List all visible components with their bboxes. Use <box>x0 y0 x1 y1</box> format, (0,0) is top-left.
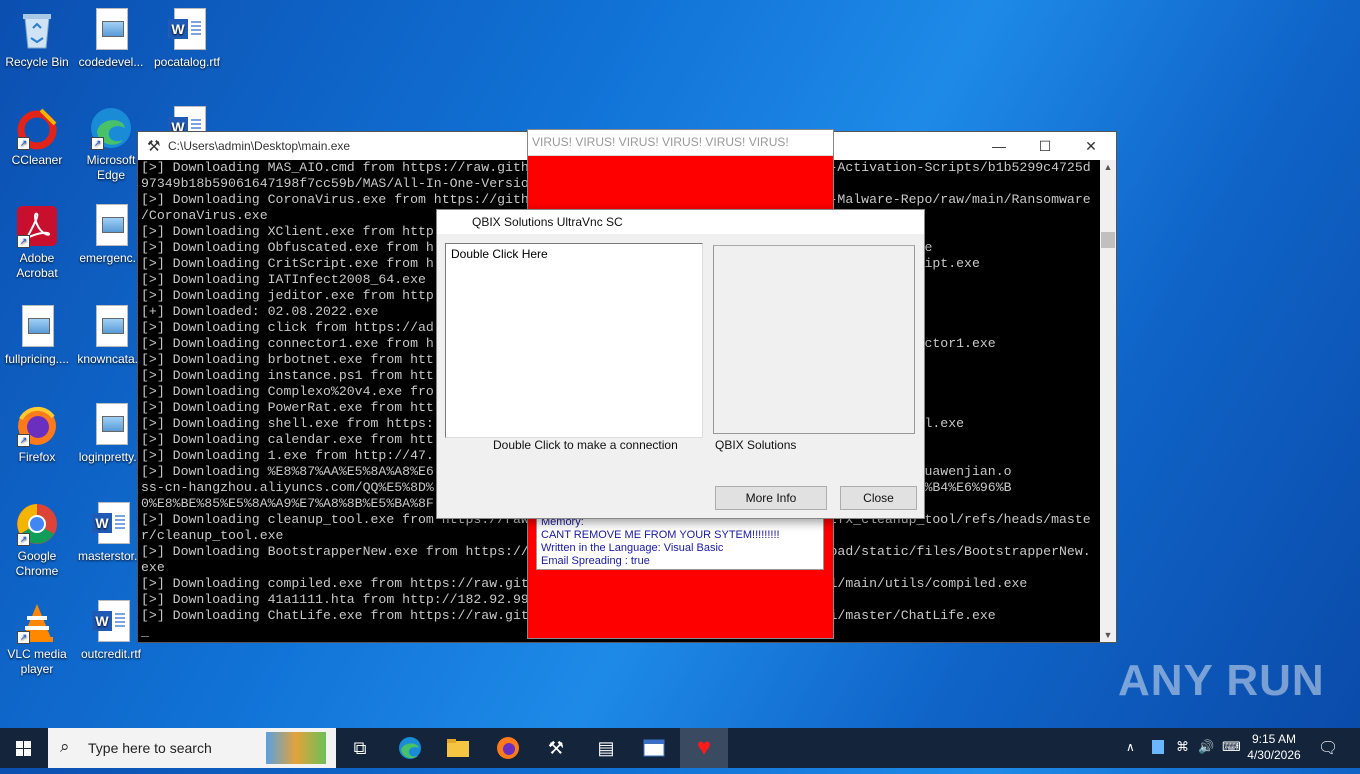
shortcut-arrow-icon: ↗ <box>17 533 30 546</box>
word-doc-icon: W <box>89 502 133 546</box>
image-file-icon <box>89 8 133 52</box>
taskbar-edge-icon[interactable] <box>386 728 434 768</box>
desktop-icon-label: fullpricing.... <box>4 352 70 366</box>
desktop-icon-label: CCleaner <box>11 153 63 167</box>
shortcut-arrow-icon: ↗ <box>17 235 30 248</box>
word-doc-icon: W <box>165 8 209 52</box>
desktop-icon-label: Adobe Acrobat <box>16 251 58 280</box>
qbix-dialog[interactable]: QBIX Solutions UltraVnc SC Double Click … <box>436 209 925 519</box>
scroll-down-icon[interactable]: ▼ <box>1100 630 1116 640</box>
taskbar-hammer-icon[interactable]: ⚒ <box>532 728 580 768</box>
scroll-up-icon[interactable]: ▲ <box>1100 162 1116 172</box>
desktop-icon-fullpricing[interactable]: fullpricing.... <box>0 305 74 367</box>
connection-listbox[interactable]: Double Click Here <box>445 243 703 438</box>
desktop-icon-label: Google Chrome <box>15 549 59 578</box>
show-hidden-icons-icon[interactable]: ∧ <box>1126 740 1135 758</box>
desktop-icon-chrome[interactable]: ↗ Google Chrome <box>0 502 74 579</box>
chrome-icon: ↗ <box>15 502 59 546</box>
list-item[interactable]: Double Click Here <box>451 247 548 261</box>
language-icon[interactable]: ⌨ <box>1222 739 1241 757</box>
firefox-icon: ↗ <box>15 403 59 447</box>
tray-app-icon[interactable] <box>1152 740 1164 754</box>
virus-info-box: Memory: CANT REMOVE ME FROM YOUR SYTEM!!… <box>536 514 824 570</box>
minimize-button[interactable]: — <box>976 132 1022 160</box>
file-explorer-icon[interactable] <box>434 728 482 768</box>
search-placeholder: Type here to search <box>88 740 212 756</box>
close-button[interactable]: ✕ <box>1068 132 1114 160</box>
hammer-icon: ⚒ <box>147 138 161 155</box>
taskbar-heart-icon[interactable]: ♥ <box>680 728 728 768</box>
notifications-icon[interactable]: 🗨 <box>1318 738 1338 758</box>
recycle-bin-icon <box>15 8 59 52</box>
taskbar-window-icon[interactable] <box>630 728 678 768</box>
search-icon: ⌕ <box>60 737 70 756</box>
desktop-icon-label: outcredit.rtf <box>80 647 142 661</box>
desktop-icon-label: pocatalog.rtf <box>153 55 221 69</box>
desktop-icon-firefox[interactable]: ↗ Firefox <box>0 403 74 465</box>
virus-info-line: CANT REMOVE ME FROM YOUR SYTEM!!!!!!!!! <box>541 529 780 541</box>
console-title: C:\Users\admin\Desktop\main.exe <box>168 139 351 153</box>
desktop-icon-vlc[interactable]: ↗ VLC media player <box>0 600 74 677</box>
clock[interactable]: 9:15 AM 4/30/2026 <box>1246 731 1302 765</box>
maximize-button[interactable]: ☐ <box>1022 132 1068 160</box>
virus-title: VIRUS! VIRUS! VIRUS! VIRUS! VIRUS! VIRUS… <box>528 130 833 156</box>
start-button[interactable] <box>0 728 48 768</box>
network-icon[interactable]: ⌘ <box>1176 739 1189 757</box>
desktop-icon-recycle-bin[interactable]: Recycle Bin <box>0 8 74 70</box>
list-caption: Double Click to make a connection <box>493 438 678 452</box>
panel-caption: QBIX Solutions <box>715 438 797 452</box>
shortcut-arrow-icon: ↗ <box>91 137 104 150</box>
taskbar: ⌕ Type here to search ⧉ ⚒ ▤ ♥ ∧ ⌘ 🔊 ⌨ 9:… <box>0 728 1360 768</box>
virus-info-line: Email Spreading : true <box>541 555 650 567</box>
taskbar-app-icon[interactable]: ▤ <box>582 728 630 768</box>
acrobat-icon: ↗ <box>15 204 59 248</box>
anyrun-watermark: ANY RUN <box>1118 656 1325 705</box>
shortcut-arrow-icon: ↗ <box>17 137 30 150</box>
image-file-icon <box>89 204 133 248</box>
vlc-icon: ↗ <box>15 600 59 644</box>
clock-date: 4/30/2026 <box>1247 748 1301 762</box>
search-box[interactable]: ⌕ Type here to search <box>48 728 336 768</box>
volume-icon[interactable]: 🔊 <box>1198 739 1214 757</box>
console-scrollbar[interactable]: ▲ ▼ <box>1100 160 1116 642</box>
desktop-icon-label: Firefox <box>18 450 56 464</box>
clock-time: 9:15 AM <box>1251 732 1297 746</box>
image-file-icon <box>15 305 59 349</box>
desktop-icon-acrobat[interactable]: ↗ Adobe Acrobat <box>0 204 74 281</box>
virus-info-line: Written in the Language: Visual Basic <box>541 542 724 554</box>
image-file-icon <box>89 403 133 447</box>
close-dialog-button[interactable]: Close <box>840 486 917 510</box>
windows-logo-icon <box>16 741 31 756</box>
edge-icon: ↗ <box>89 106 133 150</box>
desktop-icon-codedevel[interactable]: codedevel... <box>74 8 148 70</box>
word-doc-icon: W <box>89 600 133 644</box>
desktop-icon-ccleaner[interactable]: ↗ CCleaner <box>0 106 74 168</box>
taskbar-firefox-icon[interactable] <box>484 728 532 768</box>
search-highlight-image <box>266 732 326 764</box>
qbix-title: QBIX Solutions UltraVnc SC <box>437 210 924 234</box>
task-view-icon[interactable]: ⧉ <box>336 728 384 768</box>
shortcut-arrow-icon: ↗ <box>17 434 30 447</box>
scroll-thumb[interactable] <box>1101 232 1115 248</box>
desktop-icon-label: VLC media player <box>7 647 67 676</box>
desktop-icon-label: Recycle Bin <box>5 55 69 69</box>
more-info-button[interactable]: More Info <box>715 486 827 510</box>
desktop-icon-pocatalog[interactable]: W pocatalog.rtf <box>150 8 224 70</box>
desktop-icon-label: codedevel... <box>78 55 144 69</box>
ccleaner-icon: ↗ <box>15 106 59 150</box>
shortcut-arrow-icon: ↗ <box>17 631 30 644</box>
image-file-icon <box>89 305 133 349</box>
qbix-panel <box>713 245 915 434</box>
